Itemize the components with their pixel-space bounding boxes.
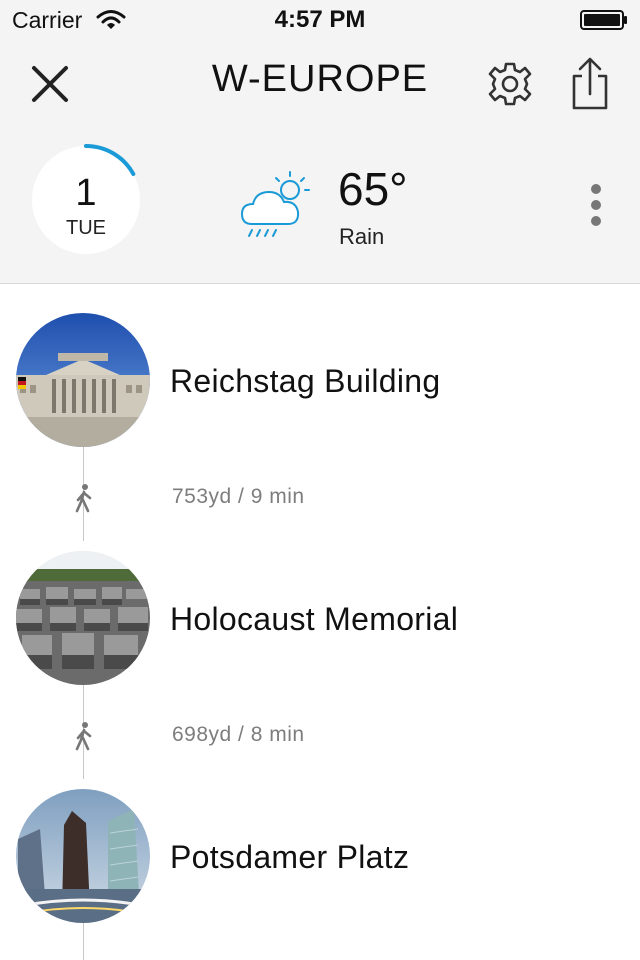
reichstag-photo — [16, 313, 150, 447]
nav-bar: W-EUROPE — [0, 40, 640, 128]
stop-name: Holocaust Memorial — [170, 601, 459, 637]
day-number: 1 — [75, 172, 97, 214]
status-bar: Carrier 4:57 PM — [0, 0, 640, 40]
share-icon[interactable] — [568, 56, 612, 112]
status-time: 4:57 PM — [274, 6, 366, 33]
potsdamer-platz-photo — [16, 789, 150, 923]
weather-condition: Rain — [339, 224, 385, 249]
cloud-sun-rain-icon — [240, 171, 310, 237]
itinerary-list: Reichstag Building 753yd / 9 min Holocau… — [0, 285, 640, 960]
battery-icon — [580, 10, 627, 30]
page-title: W-EUROPE — [211, 58, 429, 100]
walk-distance-time: 698yd / 8 min — [172, 723, 305, 746]
walking-person-icon — [75, 484, 92, 513]
temperature-value: 65° — [338, 163, 408, 215]
route-line — [83, 921, 84, 960]
stop-name: Potsdamer Platz — [170, 839, 410, 875]
walking-person-icon — [75, 722, 92, 751]
gear-icon[interactable] — [484, 58, 536, 110]
walk-distance-time: 753yd / 9 min — [172, 485, 305, 508]
day-weekday: TUE — [66, 217, 106, 239]
day-header: 1 TUE 65° Rain — [0, 128, 640, 284]
stop-name: Reichstag Building — [170, 363, 441, 399]
more-options-icon[interactable] — [586, 182, 606, 232]
holocaust-memorial-photo — [16, 551, 150, 685]
